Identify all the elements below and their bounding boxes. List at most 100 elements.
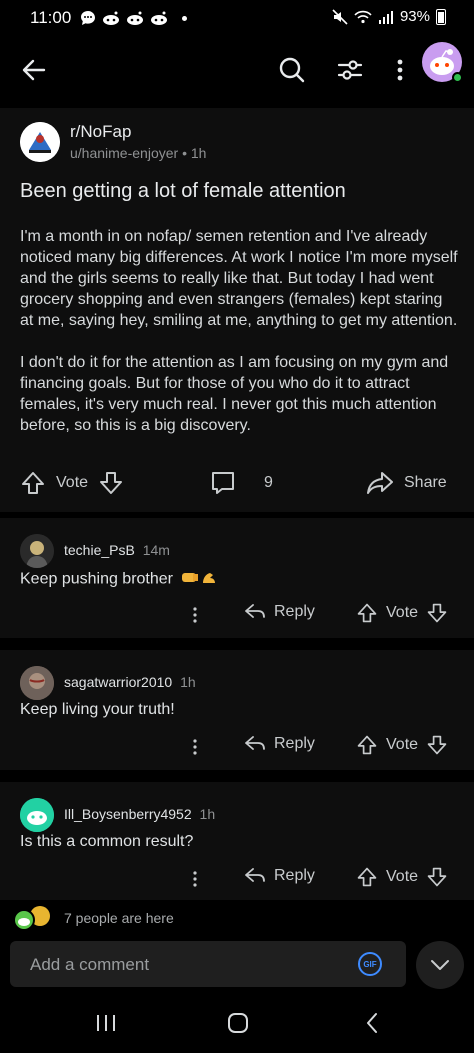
vote-label: Vote bbox=[386, 736, 419, 753]
reply-arrow-icon bbox=[245, 604, 265, 618]
photo-avatar-icon bbox=[20, 666, 54, 700]
subreddit-name[interactable]: r/NoFap bbox=[70, 122, 131, 142]
vote-label: Vote bbox=[56, 474, 89, 491]
upvote-icon[interactable] bbox=[356, 602, 378, 624]
arrow-left-icon bbox=[22, 59, 46, 81]
status-time: 11:00 bbox=[30, 8, 72, 27]
share-label: Share bbox=[404, 474, 447, 491]
post-card: r/NoFap u/hanime-enjoyer • 1h Been getti… bbox=[0, 108, 474, 512]
commenter-avatar[interactable] bbox=[20, 798, 54, 832]
search-button[interactable] bbox=[272, 50, 312, 90]
post-comments-button[interactable]: 9 bbox=[210, 470, 273, 496]
notification-icons bbox=[80, 10, 187, 26]
comment-reply-button[interactable]: Reply bbox=[244, 734, 315, 754]
post-paragraph: I don't do it for the attention as I am … bbox=[20, 354, 449, 434]
custom-avatar-icon bbox=[20, 534, 54, 568]
downvote-icon[interactable] bbox=[98, 470, 124, 496]
battery-percent: 93% bbox=[399, 8, 430, 25]
comment-item: sagatwarrior2010 1h Keep living your tru… bbox=[0, 650, 474, 770]
presence-text: 7 people are here bbox=[64, 910, 174, 926]
post-author[interactable]: u/hanime-enjoyer bbox=[70, 145, 178, 161]
reply-label: Reply bbox=[274, 735, 315, 752]
commenter-avatar[interactable] bbox=[20, 666, 54, 700]
comment-action-bar: Reply Vote bbox=[0, 864, 474, 894]
more-notifications-dot bbox=[182, 15, 187, 21]
home-button[interactable] bbox=[218, 1008, 258, 1038]
more-options-button[interactable] bbox=[380, 50, 420, 90]
comment-text: Keep living your truth! bbox=[20, 701, 175, 718]
status-bar: 11:00 93% bbox=[0, 0, 474, 34]
comment-action-bar: Reply Vote bbox=[0, 600, 474, 630]
comment-header: Ill_Boysenberry4952 1h bbox=[64, 806, 215, 822]
home-icon bbox=[228, 1013, 248, 1033]
status-right: 93% bbox=[332, 8, 446, 25]
upvote-icon[interactable] bbox=[356, 866, 378, 888]
downvote-icon[interactable] bbox=[426, 734, 448, 756]
commenter-avatar[interactable] bbox=[20, 534, 54, 568]
vote-label: Vote bbox=[386, 604, 419, 621]
reply-arrow-icon bbox=[245, 736, 265, 750]
comment-username[interactable]: sagatwarrior2010 bbox=[64, 674, 172, 690]
fist-bump-icon bbox=[182, 573, 216, 583]
comment-username[interactable]: Ill_Boysenberry4952 bbox=[64, 806, 192, 822]
battery-icon bbox=[436, 8, 446, 25]
gif-button[interactable]: GIF bbox=[358, 952, 382, 976]
search-icon bbox=[279, 57, 305, 83]
comment-vote-control: Vote bbox=[356, 866, 448, 888]
expand-composer-button[interactable] bbox=[416, 941, 464, 989]
comment-more-button[interactable] bbox=[186, 866, 204, 892]
comment-bubble-icon bbox=[212, 472, 234, 494]
comment-reply-button[interactable]: Reply bbox=[244, 866, 315, 886]
comment-header: techie_PsB 14m bbox=[64, 542, 170, 558]
comment-header: sagatwarrior2010 1h bbox=[64, 674, 196, 690]
online-status-dot bbox=[452, 72, 463, 83]
recent-apps-button[interactable] bbox=[86, 1008, 126, 1038]
comment-reply-button[interactable]: Reply bbox=[244, 602, 315, 622]
comment-age: 1h bbox=[180, 674, 196, 690]
comment-placeholder: Add a comment bbox=[30, 955, 150, 974]
signal-icon bbox=[378, 10, 393, 24]
reddit-notification-icon bbox=[127, 11, 143, 25]
reddit-notification-icon bbox=[151, 11, 167, 25]
post-paragraph: I'm a month in on nofap/ semen retention… bbox=[20, 228, 458, 329]
comment-count: 9 bbox=[264, 474, 273, 491]
subreddit-logo-icon bbox=[20, 122, 60, 162]
comment-action-bar: Reply Vote bbox=[0, 732, 474, 762]
presence-indicator: 7 people are here bbox=[12, 905, 174, 931]
system-nav-bar bbox=[0, 994, 474, 1053]
back-button[interactable] bbox=[14, 50, 54, 90]
upvote-icon[interactable] bbox=[356, 734, 378, 756]
meta-separator: • bbox=[182, 145, 187, 161]
top-app-bar bbox=[0, 36, 474, 102]
post-vote-control: Vote bbox=[20, 470, 124, 496]
post-body: I'm a month in on nofap/ semen retention… bbox=[20, 226, 460, 457]
post-meta: u/hanime-enjoyer • 1h bbox=[70, 145, 206, 161]
post-share-button[interactable]: Share bbox=[366, 470, 447, 496]
reply-arrow-icon bbox=[245, 868, 265, 882]
comment-username[interactable]: techie_PsB bbox=[64, 542, 135, 558]
vertical-dots-icon bbox=[397, 59, 403, 81]
post-action-bar: Vote 9 Share bbox=[0, 464, 474, 504]
sort-filter-button[interactable] bbox=[330, 50, 370, 90]
vertical-dots-icon bbox=[193, 739, 197, 755]
fist-bump-emoji bbox=[181, 569, 217, 590]
vote-label: Vote bbox=[386, 868, 419, 885]
post-title: Been getting a lot of female attention bbox=[20, 180, 346, 202]
comment-vote-control: Vote bbox=[356, 734, 448, 756]
upvote-icon[interactable] bbox=[20, 470, 46, 496]
subreddit-avatar[interactable] bbox=[20, 122, 60, 162]
comment-more-button[interactable] bbox=[186, 734, 204, 760]
snoo-avatar-icon bbox=[20, 798, 54, 832]
vertical-dots-icon bbox=[193, 871, 197, 887]
system-back-button[interactable] bbox=[352, 1008, 392, 1038]
downvote-icon[interactable] bbox=[426, 866, 448, 888]
wifi-icon bbox=[354, 10, 372, 23]
downvote-icon[interactable] bbox=[426, 602, 448, 624]
chevron-down-icon bbox=[431, 960, 449, 970]
gif-label: GIF bbox=[363, 959, 377, 969]
add-comment-field[interactable]: Add a comment GIF bbox=[10, 941, 406, 987]
comment-item: techie_PsB 14m Keep pushing brother Repl… bbox=[0, 518, 474, 638]
vertical-dots-icon bbox=[193, 607, 197, 623]
comment-more-button[interactable] bbox=[186, 602, 204, 628]
comment-body: Keep pushing brother bbox=[20, 570, 173, 588]
